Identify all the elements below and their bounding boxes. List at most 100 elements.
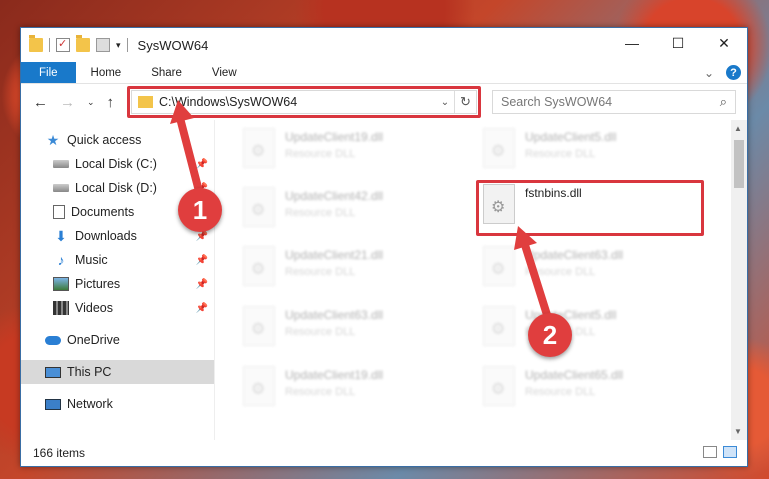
item-count: 166 items [33,446,86,460]
navigation-pane: ★ Quick access Local Disk (C:) 📌 Local D… [21,120,214,440]
properties-check-icon[interactable] [56,37,70,52]
file-item[interactable]: UpdateClient42.dll Resource DLL [235,185,435,237]
back-button[interactable]: ← [33,94,48,111]
sidebar-item-label: Local Disk (D:) [75,181,157,195]
address-bar[interactable]: C:\Windows\SysWOW64 ⌄ ↻ [131,90,477,114]
scroll-up-icon[interactable]: ▲ [734,124,742,133]
file-type: Resource DLL [525,148,596,160]
sidebar-item-network[interactable]: Network [21,392,214,416]
file-item[interactable]: UpdateClient63.dll Resource DLL [235,304,435,356]
sidebar-item-label: This PC [67,365,112,379]
file-name: UpdateClient63.dll [525,248,624,262]
file-list: UpdateClient19.dll Resource DLL UpdateCli… [215,120,747,440]
sidebar-item-downloads[interactable]: ⬇ Downloads 📌 [21,224,214,248]
customize-icon[interactable] [96,38,110,52]
dll-file-icon [483,366,515,406]
details-view-icon[interactable] [703,446,717,458]
pin-icon: 📌 [195,302,208,314]
file-type: Resource DLL [285,207,356,219]
file-name: UpdateClient19.dll [285,368,384,382]
dll-file-icon [243,128,275,168]
sidebar-item-quick-access[interactable]: ★ Quick access [21,128,214,152]
file-name: UpdateClient19.dll [285,130,384,144]
file-item[interactable]: UpdateClient65.dll Resource DLL [475,364,675,416]
sidebar-item-local-disk-c[interactable]: Local Disk (C:) 📌 [21,152,214,176]
sidebar-item-onedrive[interactable]: OneDrive [21,328,214,352]
new-folder-icon[interactable] [76,35,90,52]
tab-home[interactable]: Home [76,62,137,83]
dll-file-icon [243,366,275,406]
sidebar-item-label: OneDrive [67,333,120,347]
file-type: Resource DLL [285,386,356,398]
search-placeholder: Search SysWOW64 [501,95,613,109]
vertical-scrollbar[interactable]: ▲ ▼ [731,120,747,440]
forward-button[interactable]: → [60,94,75,111]
minimize-button[interactable]: — [609,28,655,58]
file-type: Resource DLL [285,326,356,338]
sidebar-item-label: Pictures [75,277,121,291]
onedrive-icon [45,335,61,345]
recent-locations-button[interactable]: ⌄ [87,97,95,108]
file-name: UpdateClient21.dll [285,248,384,262]
tab-file[interactable]: File [21,62,76,83]
pictures-icon [53,277,69,291]
folder-icon [138,96,153,108]
file-item[interactable]: UpdateClient21.dll Resource DLL [235,244,435,296]
file-item[interactable]: UpdateClient5.dll Resource DLL [475,126,675,178]
address-path[interactable]: C:\Windows\SysWOW64 [159,95,436,109]
sidebar-item-label: Local Disk (C:) [75,157,157,171]
sidebar-item-label: Downloads [75,229,137,243]
separator [126,38,128,52]
pin-icon: 📌 [195,230,208,242]
file-type: Resource DLL [525,386,596,398]
window-controls: — ☐ ✕ [609,28,747,58]
search-icon[interactable]: ⌕ [720,94,727,110]
navigation-bar: ← → ⌄ ↑ C:\Windows\SysWOW64 ⌄ ↻ Search S… [21,84,747,120]
sidebar-item-music[interactable]: ♪ Music 📌 [21,248,214,272]
refresh-button[interactable]: ↻ [454,91,476,113]
scroll-down-icon[interactable]: ▼ [734,427,742,436]
sidebar-item-videos[interactable]: Videos 📌 [21,296,214,320]
file-type: Resource DLL [285,148,356,160]
quick-access-toolbar: ▾ [21,35,128,52]
scroll-thumb[interactable] [734,140,744,188]
ribbon-tabs: File Home Share View ⌄ ? [21,62,747,84]
separator [49,38,50,52]
window-title: SysWOW64 [137,37,209,53]
ribbon-expand-icon[interactable]: ⌄ [704,66,714,80]
up-button[interactable]: ↑ [107,94,115,111]
dll-file-icon [243,306,275,346]
help-icon[interactable]: ? [726,65,741,80]
maximize-button[interactable]: ☐ [655,28,701,58]
pin-icon: 📌 [195,278,208,290]
dll-file-icon [483,306,515,346]
sidebar-item-this-pc[interactable]: This PC [21,360,214,384]
sidebar-item-label: Videos [75,301,113,315]
address-dropdown-icon[interactable]: ⌄ [436,97,454,108]
dll-file-icon [483,246,515,286]
file-name: UpdateClient5.dll [525,130,617,144]
qa-dropdown-icon[interactable]: ▾ [116,40,121,51]
file-name: UpdateClient63.dll [285,308,384,322]
dll-file-icon [243,246,275,286]
status-bar: 166 items [21,440,747,466]
file-type: Resource DLL [525,266,596,278]
folder-icon[interactable] [29,35,43,52]
network-icon [45,398,61,410]
large-icons-view-icon[interactable] [723,446,737,458]
documents-icon [53,205,65,219]
sidebar-item-label: Music [75,253,108,267]
file-item[interactable]: UpdateClient63.dll Resource DLL [475,244,675,296]
file-item[interactable]: UpdateClient19.dll Resource DLL [235,364,435,416]
pin-icon: 📌 [195,254,208,266]
file-item[interactable]: UpdateClient19.dll Resource DLL [235,126,435,178]
close-button[interactable]: ✕ [701,28,747,58]
tab-view[interactable]: View [197,62,252,83]
file-name: UpdateClient65.dll [525,368,624,382]
file-item[interactable]: UpdateClient5.dllResource DLL [475,304,675,356]
file-type: Resource DLL [285,266,356,278]
sidebar-item-label: Documents [71,205,135,219]
tab-share[interactable]: Share [136,62,197,83]
sidebar-item-pictures[interactable]: Pictures 📌 [21,272,214,296]
search-input[interactable]: Search SysWOW64 ⌕ [492,90,736,114]
